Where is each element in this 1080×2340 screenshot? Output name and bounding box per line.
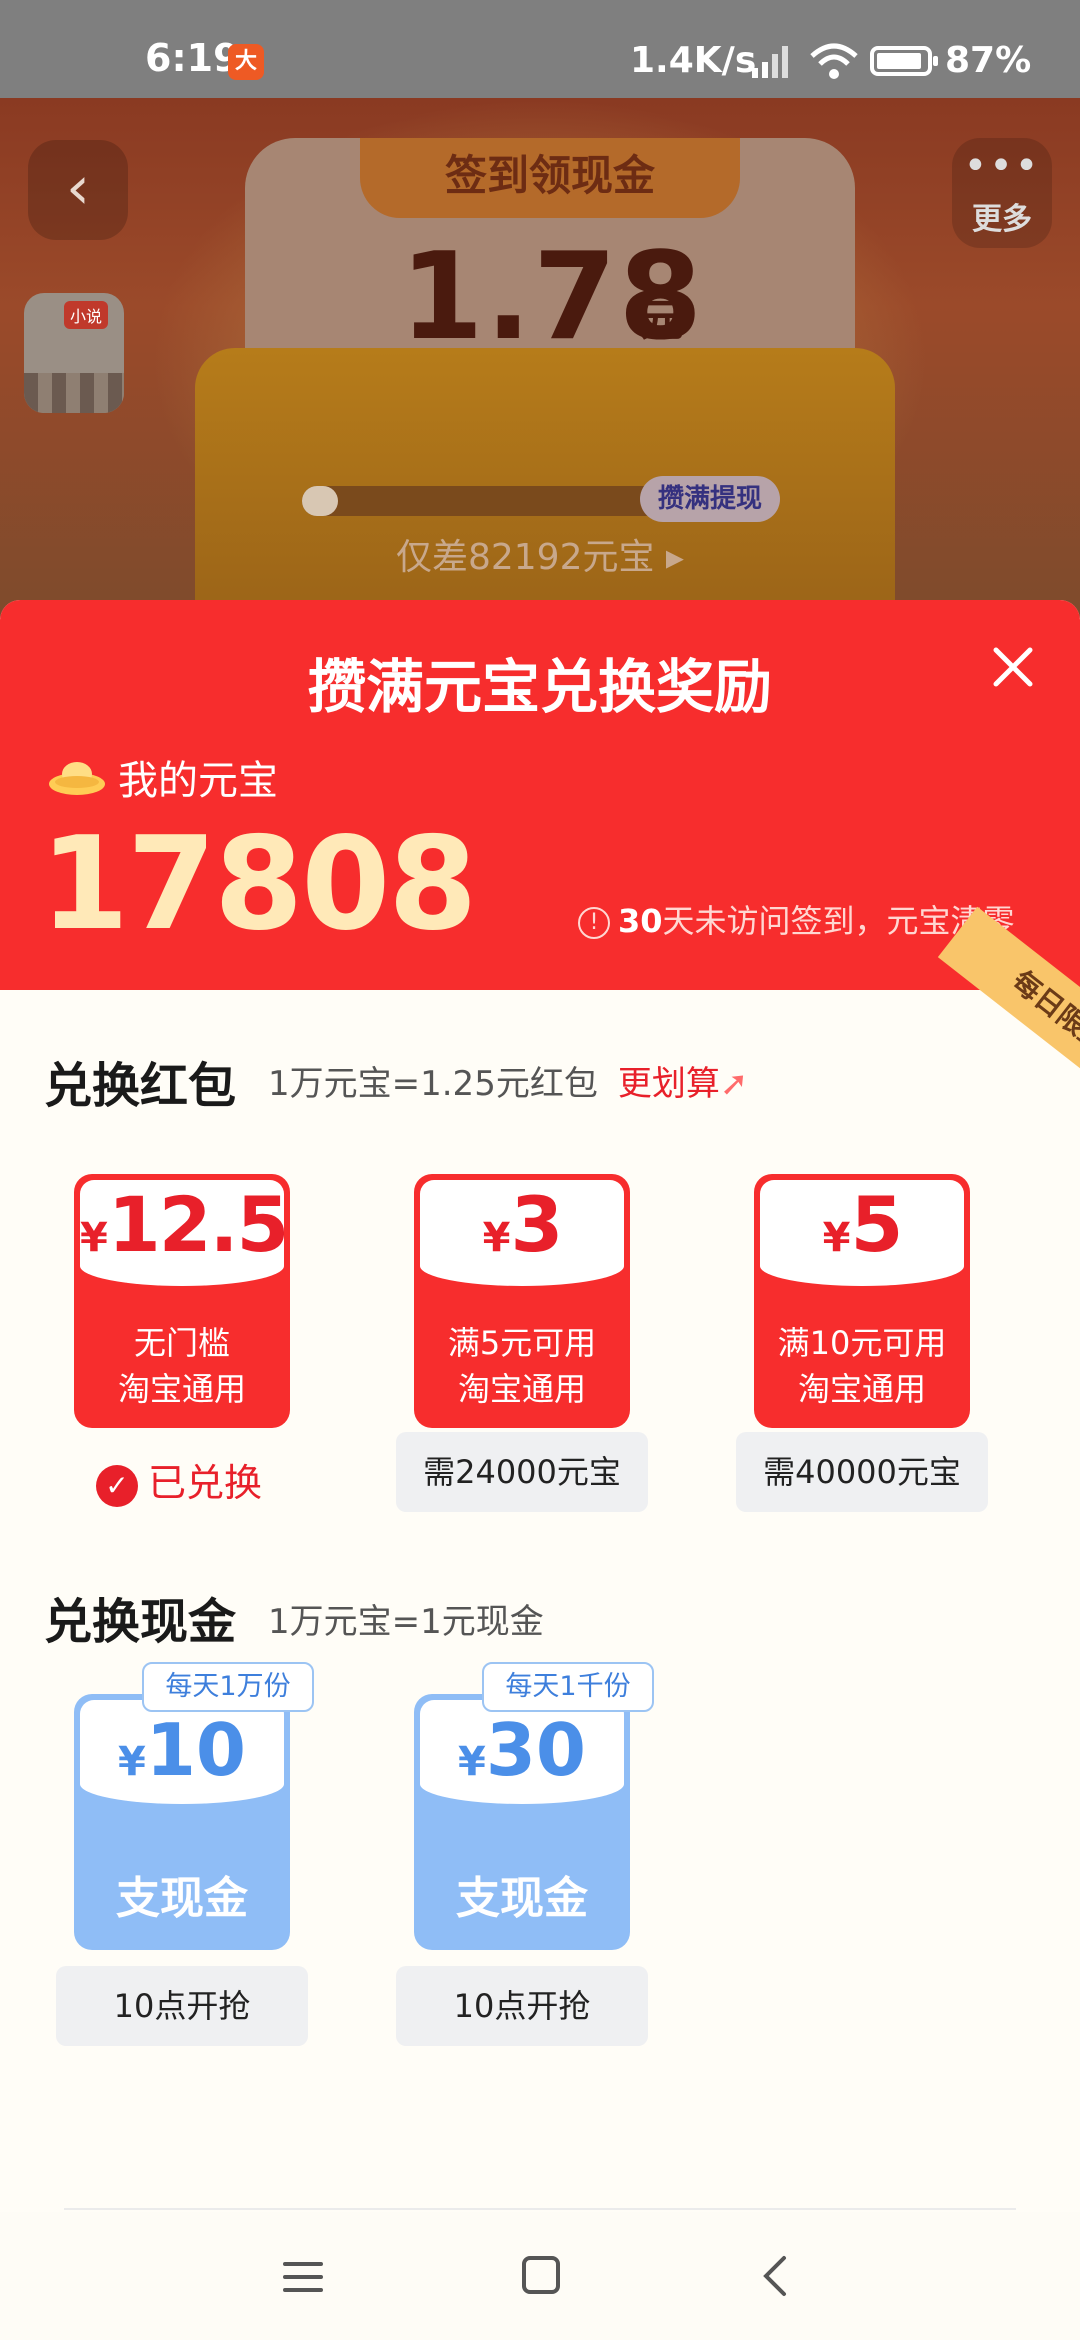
- exchange-modal: 攒满元宝兑换奖励 我的元宝 17808 ! 30天未访问签到，元宝清零 每日限量 …: [0, 600, 1080, 2340]
- modal-title: 攒满元宝兑换奖励: [307, 653, 772, 721]
- more-icon: •••: [963, 143, 1041, 189]
- avatar-pixelated: [24, 373, 124, 413]
- alipay-cash-label: 支现金: [456, 1873, 588, 1924]
- redpacket-section-title: 兑换红包: [44, 1058, 237, 1114]
- coupon-scope: 淘宝通用: [457, 1370, 586, 1408]
- back-nav-icon[interactable]: [760, 2254, 790, 2298]
- wifi-icon: [810, 43, 858, 79]
- coupon-value: ¥3: [420, 1180, 624, 1286]
- novel-avatar[interactable]: 小说: [24, 293, 124, 413]
- signal-icon: [752, 46, 788, 78]
- warning-icon: !: [578, 907, 610, 939]
- alipay-cash-label: 支现金: [116, 1873, 248, 1924]
- cash-value: ¥30: [420, 1700, 624, 1804]
- home-icon[interactable]: [522, 2256, 560, 2294]
- ingot-icon: [49, 762, 105, 795]
- battery-level: 87%: [945, 40, 1032, 81]
- expiry-warning: ! 30天未访问签到，元宝清零: [578, 896, 1015, 942]
- app-notification-icon: 大: [228, 44, 264, 80]
- cash-quota-badge: 每天1万份: [142, 1662, 314, 1712]
- coupon-scope: 淘宝通用: [117, 1370, 246, 1408]
- coupon-scope: 淘宝通用: [797, 1370, 926, 1408]
- coupon-condition: 满10元可用: [777, 1324, 947, 1362]
- divider: [64, 2208, 1016, 2210]
- system-nav-bar: [0, 2212, 1080, 2340]
- redpacket-rate-text: 1万元宝=1.25元红包: [268, 1064, 598, 1104]
- redeem-requirement-3[interactable]: 需24000元宝: [396, 1432, 648, 1512]
- grab-button-30[interactable]: 10点开抢: [396, 1966, 648, 2046]
- card-title: 签到领现金: [360, 138, 740, 218]
- back-button[interactable]: ‹: [28, 140, 128, 240]
- coupon-5[interactable]: ¥5 满10元可用 淘宝通用: [754, 1174, 970, 1428]
- status-bar: 6:19 大 1.4K/s 87%: [0, 0, 1080, 98]
- my-ingot-label: 我的元宝: [118, 758, 278, 804]
- coupon-12-5[interactable]: ¥12.5 无门槛 淘宝通用: [74, 1174, 290, 1428]
- coupon-value: ¥12.5: [80, 1180, 289, 1286]
- grab-button-10[interactable]: 10点开抢: [56, 1966, 308, 2046]
- more-label: 更多: [972, 202, 1032, 237]
- more-button[interactable]: ••• 更多: [952, 138, 1052, 248]
- cash-amount-unit: 元: [640, 295, 684, 346]
- modal-header: 攒满元宝兑换奖励 我的元宝 17808 ! 30天未访问签到，元宝清零: [0, 600, 1080, 990]
- avatar-tag: 小说: [64, 301, 109, 329]
- coupon-value: ¥5: [760, 1180, 964, 1286]
- gap-text[interactable]: 仅差82192元宝 ▸: [0, 528, 1080, 580]
- coupon-condition: 无门槛: [133, 1324, 230, 1362]
- redeemed-status: ✓ 已兑换: [96, 1452, 262, 1507]
- status-time: 6:19: [145, 36, 240, 80]
- cash-10[interactable]: ¥10 支现金: [74, 1694, 290, 1950]
- ingot-balance: 17808: [40, 810, 477, 959]
- trend-up-icon: ➚: [719, 1064, 749, 1104]
- network-speed: 1.4K/s: [630, 40, 757, 81]
- withdraw-progress-bar: [302, 486, 662, 516]
- cash-30[interactable]: ¥30 支现金: [414, 1694, 630, 1950]
- menu-icon[interactable]: [283, 2260, 323, 2294]
- cash-section-title: 兑换现金: [44, 1594, 237, 1650]
- battery-icon: [870, 46, 938, 76]
- cash-rate: 1万元宝=1元现金: [268, 1602, 544, 1642]
- coupon-condition: 满5元可用: [447, 1324, 597, 1362]
- close-icon[interactable]: [988, 642, 1038, 692]
- checkin-header: ‹ ••• 更多 小说 签到领现金 1.78 元 攒满提现 仅差82192元宝 …: [0, 98, 1080, 618]
- withdraw-badge[interactable]: 攒满提现: [640, 476, 780, 522]
- check-icon: ✓: [96, 1464, 138, 1507]
- withdraw-progress-fill: [302, 486, 338, 516]
- cash-quota-badge: 每天1千份: [482, 1662, 654, 1712]
- redeem-requirement-5[interactable]: 需40000元宝: [736, 1432, 988, 1512]
- warning-days: 30: [618, 902, 663, 940]
- coupon-3[interactable]: ¥3 满5元可用 淘宝通用: [414, 1174, 630, 1428]
- cash-value: ¥10: [80, 1700, 284, 1804]
- redpacket-hot-text: 更划算: [617, 1064, 720, 1104]
- redpacket-rate: 1万元宝=1.25元红包 更划算➚: [268, 1056, 748, 1105]
